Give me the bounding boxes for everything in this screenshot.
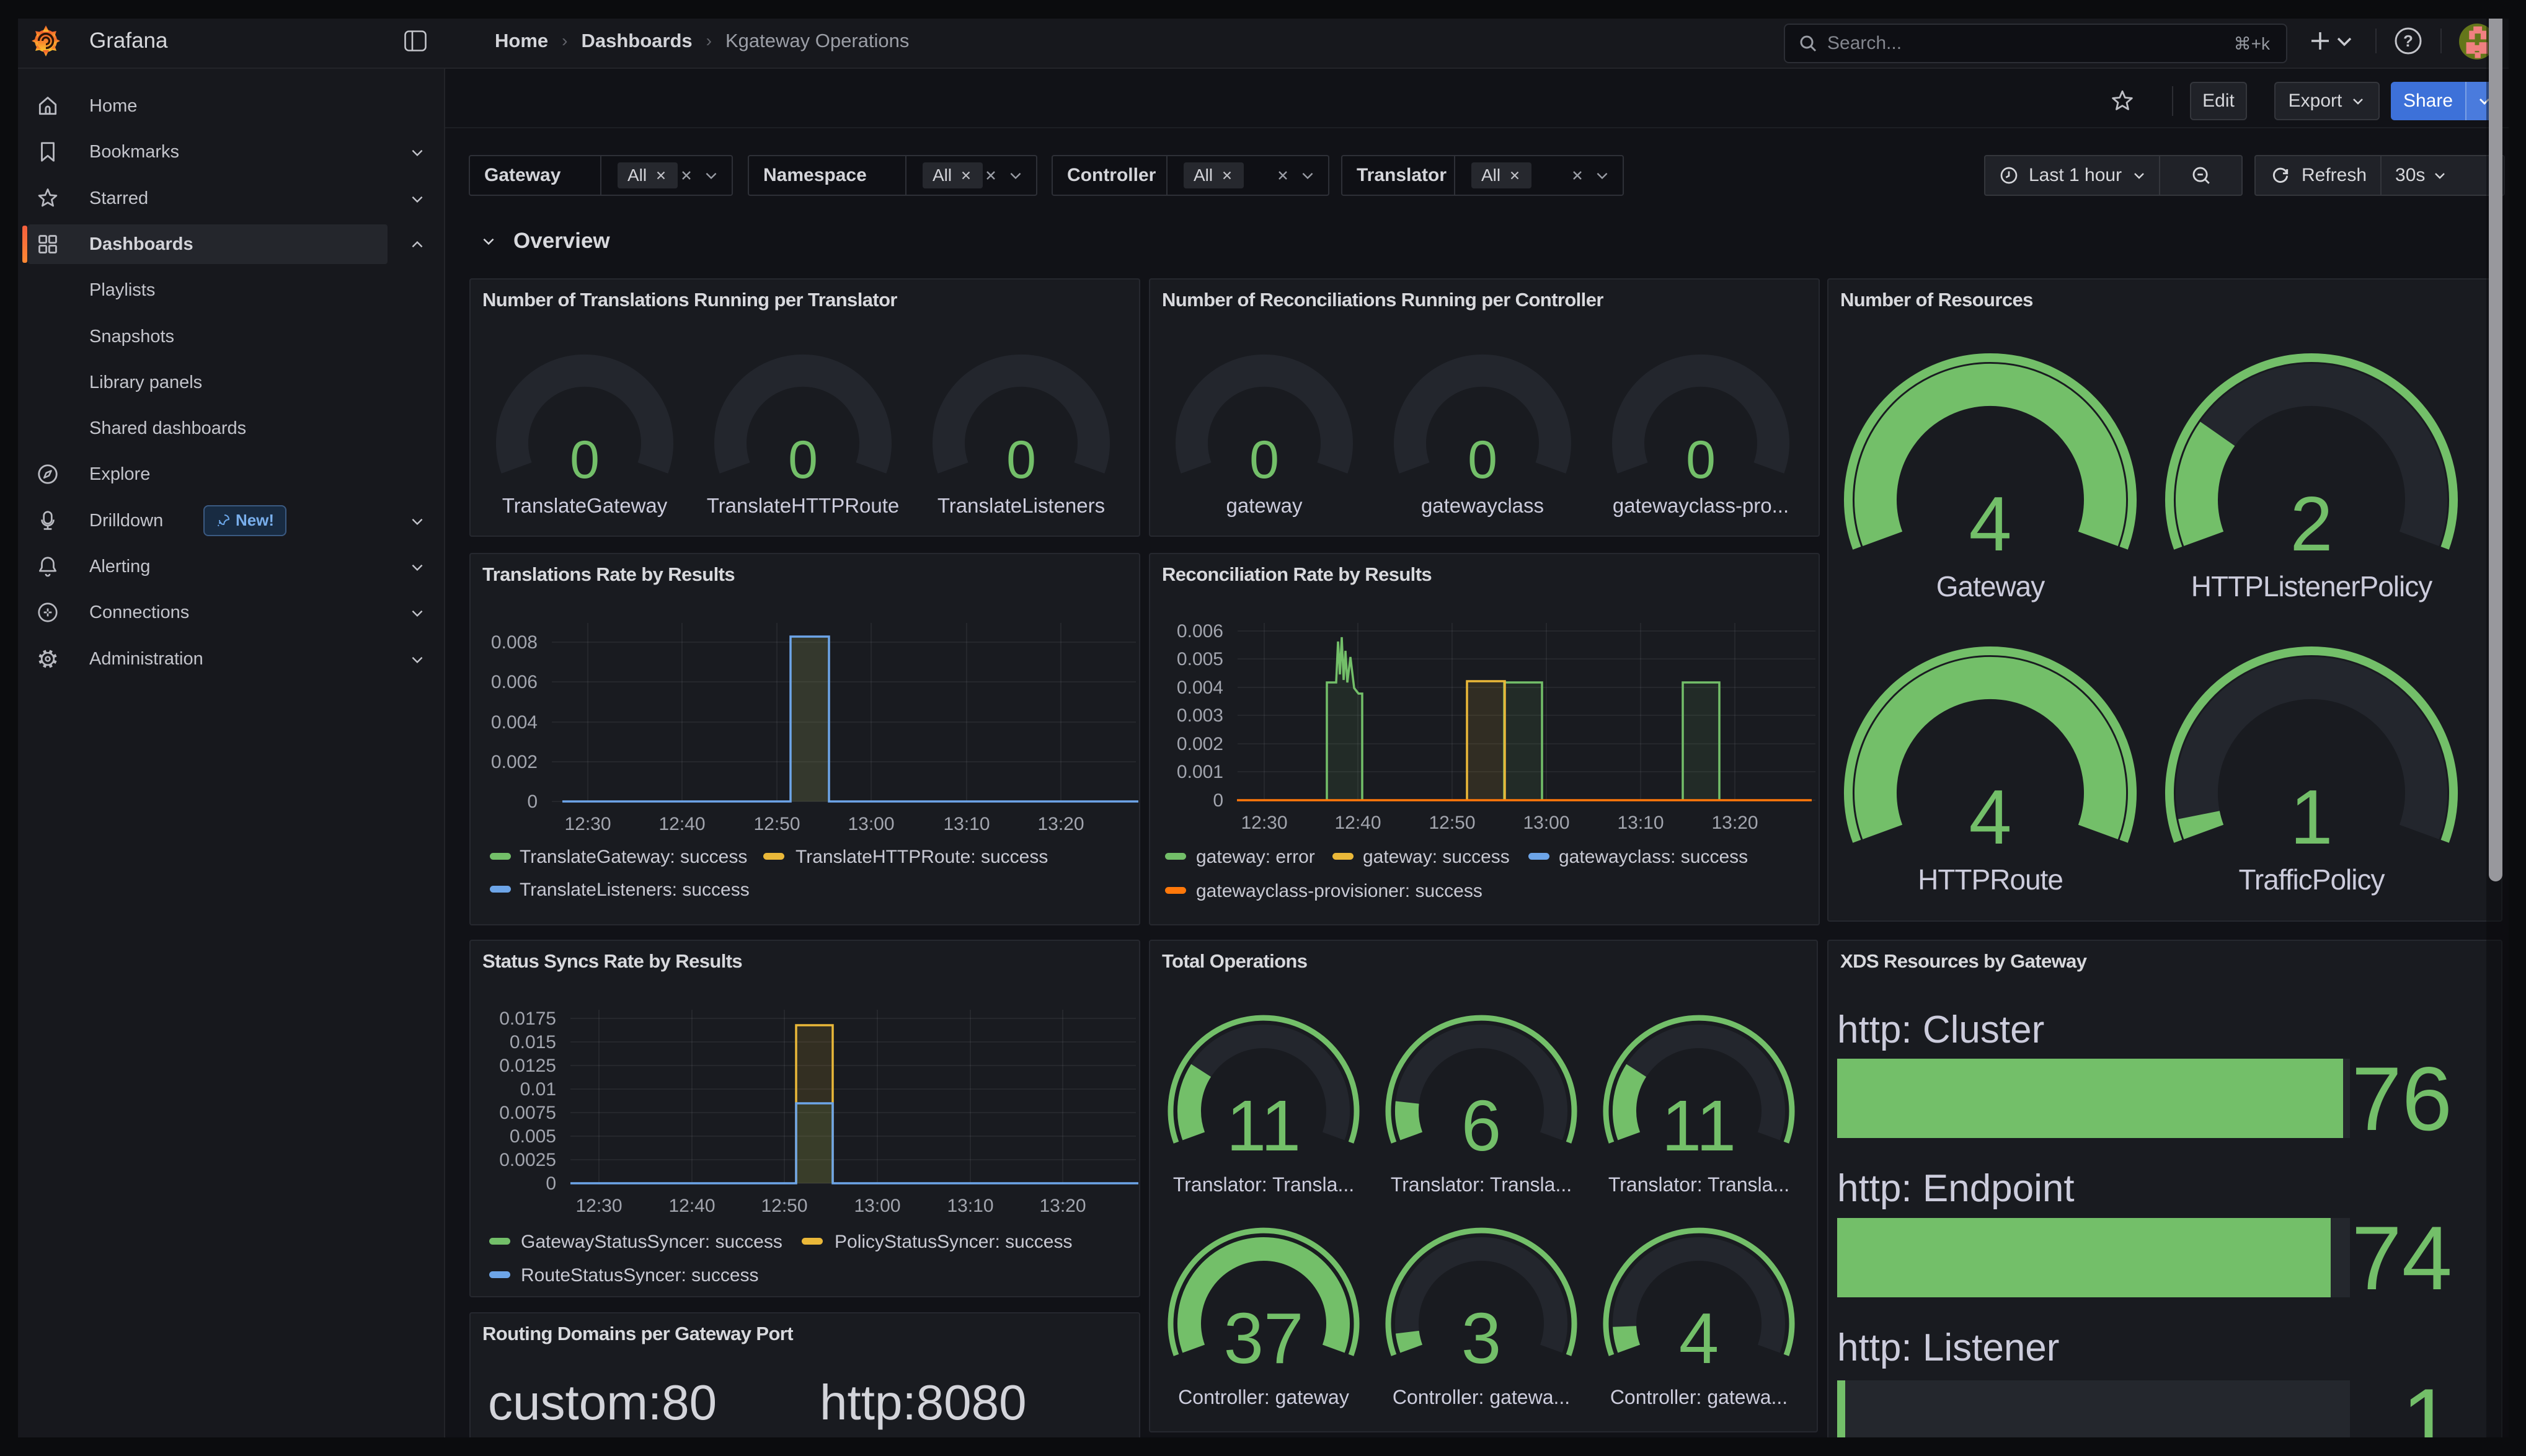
svg-text:0.0175: 0.0175: [499, 1008, 556, 1029]
svg-text:TranslateHTTPRoute: success: TranslateHTTPRoute: success: [795, 847, 1048, 867]
svg-text:74: 74: [2352, 1207, 2452, 1308]
svg-text:12:40: 12:40: [668, 1196, 715, 1216]
svg-text:Translator: Transla...: Translator: Transla...: [1173, 1173, 1354, 1196]
svg-text:0.002: 0.002: [491, 752, 538, 772]
svg-text:4: 4: [1969, 482, 2012, 567]
svg-text:13:10: 13:10: [1617, 813, 1664, 833]
svg-text:Controller: gateway: Controller: gateway: [1178, 1386, 1349, 1408]
svg-text:http: Cluster: http: Cluster: [1837, 1008, 2044, 1051]
svg-text:0.005: 0.005: [1177, 649, 1223, 669]
svg-text:Translator: Transla...: Translator: Transla...: [1391, 1173, 1572, 1196]
svg-text:0: 0: [1213, 790, 1223, 811]
svg-text:TranslateHTTPRoute: TranslateHTTPRoute: [707, 494, 900, 517]
svg-text:Controller: gatewa...: Controller: gatewa...: [1610, 1386, 1788, 1408]
svg-text:0: 0: [1249, 430, 1279, 490]
svg-text:6: 6: [1461, 1085, 1502, 1166]
svg-text:12:50: 12:50: [761, 1196, 807, 1216]
svg-text:12:30: 12:30: [575, 1196, 622, 1216]
svg-text:12:40: 12:40: [658, 814, 705, 834]
svg-text:0.0125: 0.0125: [499, 1056, 556, 1076]
svg-text:12:30: 12:30: [1241, 813, 1287, 833]
svg-text:13:10: 13:10: [947, 1196, 993, 1216]
svg-text:0: 0: [527, 792, 538, 812]
svg-text:11: 11: [1226, 1085, 1301, 1166]
svg-text:37: 37: [1223, 1298, 1303, 1379]
svg-text:13:00: 13:00: [1523, 813, 1569, 833]
svg-text:Translator: Transla...: Translator: Transla...: [1608, 1173, 1789, 1196]
svg-text:12:40: 12:40: [1334, 813, 1381, 833]
svg-text:0: 0: [1468, 430, 1497, 490]
svg-text:12:50: 12:50: [1429, 813, 1475, 833]
svg-text:TranslateListeners: TranslateListeners: [937, 494, 1105, 517]
svg-text:13:10: 13:10: [943, 814, 990, 834]
svg-text:12:50: 12:50: [753, 814, 800, 834]
svg-text:0.008: 0.008: [491, 632, 538, 653]
svg-text:13:20: 13:20: [1711, 813, 1758, 833]
svg-text:http: Endpoint: http: Endpoint: [1837, 1167, 2075, 1210]
svg-text:Gateway: Gateway: [1936, 570, 2045, 602]
svg-text:0: 0: [1006, 430, 1036, 490]
svg-text:TranslateGateway: TranslateGateway: [502, 494, 668, 517]
svg-text:GatewayStatusSyncer: success: GatewayStatusSyncer: success: [521, 1232, 782, 1252]
svg-text:gateway: gateway: [1226, 494, 1303, 517]
svg-text:HTTPRoute: HTTPRoute: [1918, 863, 2063, 896]
svg-text:4: 4: [1969, 775, 2012, 860]
svg-text:0.01: 0.01: [520, 1079, 556, 1100]
svg-text:0.006: 0.006: [491, 672, 538, 692]
svg-text:TrafficPolicy: TrafficPolicy: [2239, 863, 2385, 896]
svg-text:gatewayclass: gatewayclass: [1421, 494, 1544, 517]
svg-text:gateway: error: gateway: error: [1196, 847, 1315, 867]
svg-text:0.003: 0.003: [1177, 705, 1223, 726]
svg-text:PolicyStatusSyncer: success: PolicyStatusSyncer: success: [835, 1232, 1072, 1252]
svg-text:76: 76: [2352, 1048, 2452, 1149]
svg-text:gatewayclass-provisioner: succ: gatewayclass-provisioner: success: [1196, 881, 1482, 901]
svg-text:TranslateGateway: success: TranslateGateway: success: [520, 847, 747, 867]
svg-text:12:30: 12:30: [564, 814, 611, 834]
svg-text:RouteStatusSyncer: success: RouteStatusSyncer: success: [521, 1265, 759, 1286]
svg-text:gatewayclass-pro...: gatewayclass-pro...: [1613, 494, 1789, 517]
svg-text:13:00: 13:00: [854, 1196, 900, 1216]
svg-text:TranslateListeners: success: TranslateListeners: success: [520, 880, 750, 900]
svg-text:11: 11: [1662, 1085, 1736, 1166]
svg-text:1: 1: [2290, 775, 2333, 860]
svg-text:?: ?: [2403, 32, 2413, 50]
svg-text:4: 4: [1679, 1298, 1719, 1379]
svg-text:0: 0: [788, 430, 818, 490]
svg-text:0: 0: [570, 430, 600, 490]
svg-text:HTTPListenerPolicy: HTTPListenerPolicy: [2191, 570, 2432, 602]
svg-text:http: Listener: http: Listener: [1837, 1326, 2059, 1369]
svg-text:0.004: 0.004: [1177, 677, 1223, 698]
svg-text:0.006: 0.006: [1177, 621, 1223, 642]
svg-text:2: 2: [2290, 482, 2333, 567]
svg-text:0: 0: [1686, 430, 1716, 490]
svg-text:13:20: 13:20: [1037, 814, 1084, 834]
svg-text:13:20: 13:20: [1039, 1196, 1086, 1216]
svg-text:gatewayclass: success: gatewayclass: success: [1559, 847, 1748, 867]
svg-text:1: 1: [2402, 1370, 2452, 1437]
svg-text:3: 3: [1461, 1298, 1502, 1379]
svg-text:0.001: 0.001: [1177, 762, 1223, 782]
svg-text:0.0075: 0.0075: [499, 1103, 556, 1123]
svg-text:0.0025: 0.0025: [499, 1150, 556, 1170]
svg-text:Controller: gatewa...: Controller: gatewa...: [1393, 1386, 1570, 1408]
svg-text:0.004: 0.004: [491, 712, 538, 733]
svg-text:13:00: 13:00: [848, 814, 894, 834]
svg-text:0.002: 0.002: [1177, 734, 1223, 754]
svg-text:gateway: success: gateway: success: [1363, 847, 1510, 867]
svg-text:0.005: 0.005: [510, 1126, 556, 1147]
svg-text:0: 0: [546, 1173, 556, 1194]
svg-text:0.015: 0.015: [510, 1032, 556, 1052]
